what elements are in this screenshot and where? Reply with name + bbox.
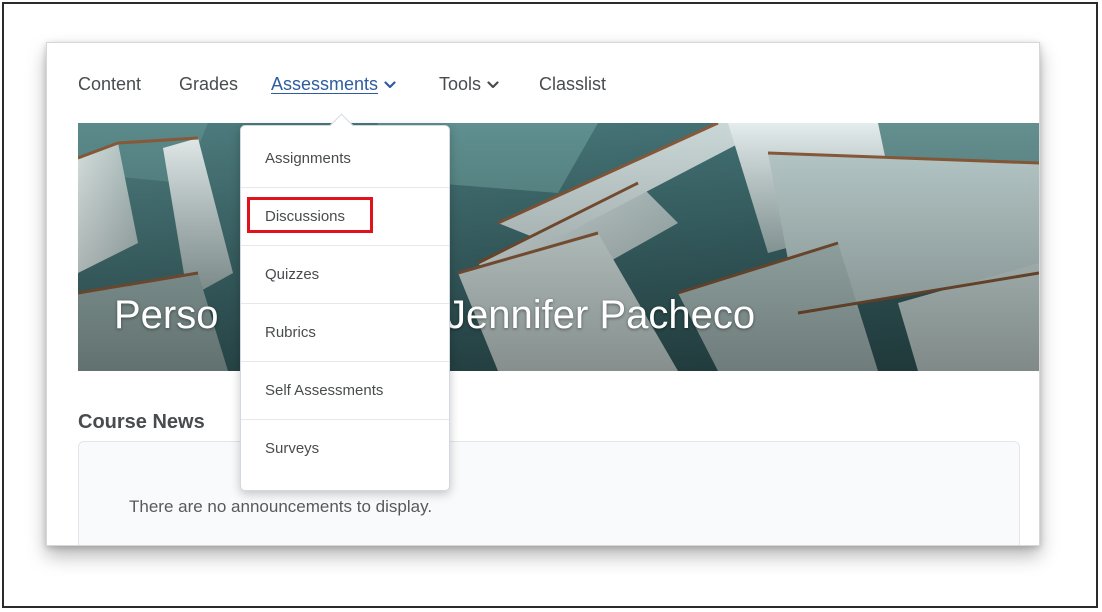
nav-classlist[interactable]: Classlist — [539, 74, 606, 95]
nav-content-label: Content — [78, 74, 142, 94]
assessments-dropdown-menu: Assignments Discussions Quizzes Rubrics … — [240, 113, 450, 491]
course-news-heading: Course News — [78, 411, 205, 433]
nav-grades-label: Grades — [179, 74, 239, 94]
no-announcements-text: There are no announcements to display. — [129, 497, 433, 516]
nav-classlist-label: Classlist — [539, 74, 607, 94]
nav-tools-label: Tools — [439, 74, 482, 94]
menu-item-label: Discussions — [265, 208, 346, 225]
menu-item-label: Quizzes — [265, 266, 320, 283]
nav-content[interactable]: Content — [78, 74, 141, 95]
chevron-down-icon — [487, 80, 499, 90]
course-navbar: Content Grades Assessments Tools Classli… — [47, 43, 1039, 121]
menu-item-surveys[interactable]: Surveys — [241, 420, 449, 478]
nav-assessments-label: Assessments — [271, 74, 379, 94]
course-news-widget: There are no announcements to display. — [78, 441, 1020, 545]
nav-assessments[interactable]: Assessments — [271, 74, 396, 95]
menu-item-self-assessments[interactable]: Self Assessments — [241, 362, 449, 420]
course-banner-image: Perso x - Jennifer Pacheco — [78, 123, 1039, 371]
chevron-down-icon — [384, 80, 396, 90]
screenshot-frame: Content Grades Assessments Tools Classli… — [2, 2, 1098, 608]
course-title-left: Perso — [114, 293, 219, 337]
menu-item-quizzes[interactable]: Quizzes — [241, 246, 449, 304]
menu-item-rubrics[interactable]: Rubrics — [241, 304, 449, 362]
menu-item-assignments[interactable]: Assignments — [241, 130, 449, 188]
nav-tools[interactable]: Tools — [439, 74, 499, 95]
nav-grades[interactable]: Grades — [179, 74, 238, 95]
menu-item-label: Surveys — [265, 440, 320, 457]
course-homepage-panel: Content Grades Assessments Tools Classli… — [46, 42, 1040, 546]
menu-item-discussions[interactable]: Discussions — [241, 188, 449, 246]
menu-item-label: Rubrics — [265, 324, 316, 341]
menu-item-label: Assignments — [265, 150, 351, 167]
menu-item-label: Self Assessments — [265, 382, 384, 399]
